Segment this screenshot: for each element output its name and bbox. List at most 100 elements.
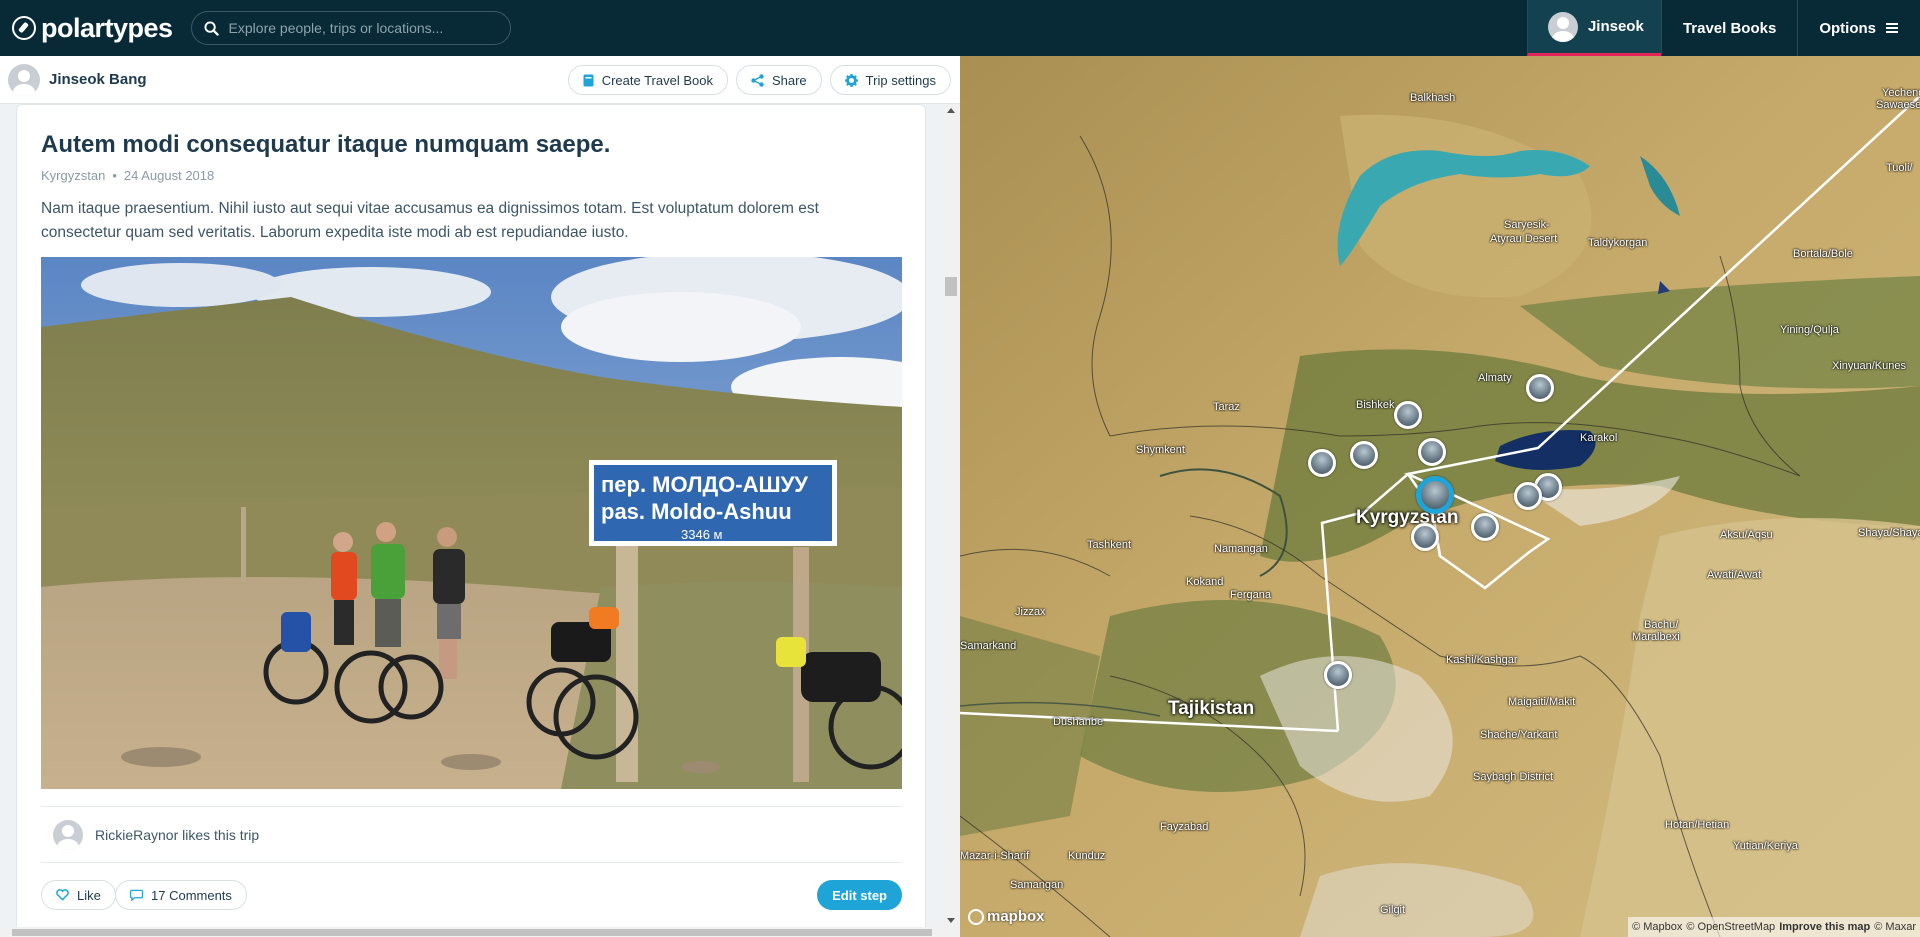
- map-step-pin[interactable]: [1418, 438, 1446, 466]
- share-icon: [751, 73, 764, 87]
- step-actions: Like 17 Comments Edit step: [41, 880, 902, 910]
- attribution-maxar[interactable]: © Maxar: [1874, 921, 1916, 933]
- map-label-tuoli: Tuoli/: [1886, 162, 1913, 174]
- map-step-pin[interactable]: [1350, 441, 1378, 469]
- map-label-taldykorgan: Taldykorgan: [1588, 237, 1648, 249]
- map-step-pin-active[interactable]: [1416, 476, 1454, 514]
- edit-step-button[interactable]: Edit step: [817, 880, 902, 910]
- likes-text[interactable]: RickieRaynor likes this trip: [95, 827, 259, 843]
- nav-user-name: Jinseok: [1587, 18, 1644, 35]
- map-label-gilgit: Gilgit: [1380, 904, 1406, 916]
- nav-travel-books-label: Travel Books: [1682, 19, 1777, 37]
- map-label-maigaiti: Maigaiti/Makit: [1508, 696, 1576, 708]
- step-description: Nam itaque praesentium. Nihil iusto aut …: [41, 200, 819, 241]
- map-label-karakol: Karakol: [1580, 432, 1618, 444]
- map-step-pin-bishkek[interactable]: [1394, 401, 1422, 429]
- map-label-taraz: Taraz: [1213, 401, 1240, 413]
- nav-options[interactable]: Options: [1797, 0, 1920, 56]
- map-label-bortala: Bortala/Bole: [1793, 248, 1853, 260]
- mapbox-logo[interactable]: mapbox: [968, 908, 1045, 925]
- scroll-up-arrow-icon[interactable]: [947, 108, 955, 113]
- map-label-kunduz: Kunduz: [1068, 850, 1106, 862]
- trip-map[interactable]: Balkhash Saryesik- Atyrau Desert Taldyko…: [960, 56, 1920, 937]
- step-title: Autem modi consequatur itaque numquam sa…: [41, 131, 611, 158]
- map-label-samangan: Samangan: [1010, 879, 1064, 891]
- map-label-kokand: Kokand: [1186, 576, 1224, 588]
- attribution-mapbox[interactable]: © Mapbox: [1632, 921, 1682, 933]
- nav-options-label: Options: [1819, 19, 1876, 37]
- gear-icon: [844, 73, 858, 87]
- map-label-almaty: Almaty: [1478, 372, 1512, 384]
- map-label-saryesik-desert: Atyrau Desert: [1490, 233, 1558, 245]
- horizontal-scrollbar[interactable]: [0, 927, 960, 937]
- search-box[interactable]: [190, 11, 511, 45]
- map-step-pin[interactable]: [1308, 449, 1336, 477]
- compass-icon: [12, 16, 36, 40]
- map-label-kashi: Kashi/Kashgar: [1446, 654, 1518, 666]
- map-label-aksu: Aksu/Aqsu: [1720, 529, 1773, 541]
- likes-row: RickieRaynor likes this trip: [41, 806, 902, 863]
- map-label-maralbexi: Maralbexi: [1632, 631, 1680, 643]
- map-label-bachu: Bachu/: [1644, 619, 1679, 631]
- meta-separator: •: [112, 168, 117, 183]
- map-label-tashkent: Tashkent: [1087, 539, 1132, 551]
- map-step-pin[interactable]: [1471, 513, 1499, 541]
- map-label-namangan: Namangan: [1214, 543, 1268, 555]
- map-label-samarkand: Samarkand: [960, 640, 1017, 652]
- comments-label: 17 Comments: [151, 887, 232, 903]
- map-step-pin-almaty[interactable]: [1526, 374, 1554, 402]
- step-scroll-area[interactable]: Autem modi consequatur itaque numquam sa…: [0, 104, 960, 927]
- nav-travel-books[interactable]: Travel Books: [1660, 0, 1797, 56]
- map-label-yecheng: Yecheng/: [1882, 87, 1920, 99]
- map-label-hotan: Hotan/Hetian: [1665, 819, 1730, 831]
- sign-line-3: 3346 м: [681, 527, 723, 542]
- map-label-bishkek: Bishkek: [1356, 399, 1395, 411]
- vertical-scrollbar[interactable]: [942, 104, 960, 927]
- step-photo[interactable]: пер. МОЛДО-АШУУ pas. Moldo-Ashuu 3346 м: [41, 257, 902, 789]
- sign-line-1: пер. МОЛДО-АШУУ: [601, 472, 808, 497]
- book-icon: [583, 74, 594, 86]
- owner-name[interactable]: Jinseok Bang: [49, 71, 147, 88]
- scroll-down-arrow-icon[interactable]: [947, 918, 955, 923]
- map-label-yining: Yining/Qulja: [1780, 324, 1839, 336]
- step-location[interactable]: Kyrgyzstan: [41, 168, 105, 183]
- step-card: Autem modi consequatur itaque numquam sa…: [16, 104, 926, 927]
- map-step-pin[interactable]: [1324, 661, 1352, 689]
- map-step-pin[interactable]: [1514, 482, 1542, 510]
- map-label-fayzabad: Fayzabad: [1160, 821, 1209, 833]
- map-label-shaya: Shaya/Shayar: [1858, 527, 1920, 539]
- create-travel-book-button[interactable]: Create Travel Book: [567, 65, 728, 95]
- map-label-saybagh: Saybagh District: [1473, 771, 1554, 783]
- map-label-sawaesek: Sawaesek: [1876, 99, 1920, 111]
- search-input[interactable]: [228, 20, 489, 36]
- scrollbar-thumb[interactable]: [945, 277, 957, 296]
- share-button[interactable]: Share: [735, 65, 822, 95]
- trip-settings-label: Trip settings: [865, 72, 936, 88]
- top-navigation: polartypes Jinseok Travel Books Options: [0, 0, 1920, 56]
- nav-user-profile[interactable]: Jinseok: [1526, 0, 1661, 56]
- polartypes-logo[interactable]: polartypes: [12, 13, 173, 44]
- map-label-jizzax: Jizzax: [1015, 606, 1046, 618]
- owner-avatar[interactable]: [8, 63, 40, 96]
- heart-icon: [56, 889, 69, 901]
- nav-right: Jinseok Travel Books Options: [1526, 0, 1920, 56]
- map-label-tajikistan: Tajikistan: [1168, 698, 1255, 719]
- comments-button[interactable]: 17 Comments: [115, 880, 247, 910]
- step-date: 24 August 2018: [123, 168, 215, 183]
- trip-header: Jinseok Bang Create Travel Book Share Tr…: [0, 56, 960, 104]
- search-icon: [204, 20, 219, 36]
- trip-settings-button[interactable]: Trip settings: [829, 65, 951, 95]
- mapbox-logo-text: mapbox: [987, 908, 1045, 925]
- improve-map-link[interactable]: Improve this map: [1779, 921, 1870, 933]
- trip-panel: Jinseok Bang Create Travel Book Share Tr…: [0, 56, 960, 937]
- like-button[interactable]: Like: [41, 880, 116, 910]
- map-label-fergana: Fergana: [1230, 589, 1271, 601]
- logo-text: polartypes: [41, 12, 173, 43]
- map-label-xinyuan: Xinyuan/Kunes: [1832, 360, 1906, 372]
- step-meta: Kyrgyzstan • 24 August 2018: [41, 168, 214, 183]
- map-step-pin[interactable]: [1411, 523, 1439, 551]
- liker-avatar[interactable]: [53, 819, 83, 850]
- map-label-shymkent: Shymkent: [1136, 444, 1185, 456]
- attribution-osm[interactable]: © OpenStreetMap: [1686, 921, 1775, 933]
- horizontal-scrollbar-thumb[interactable]: [12, 929, 932, 936]
